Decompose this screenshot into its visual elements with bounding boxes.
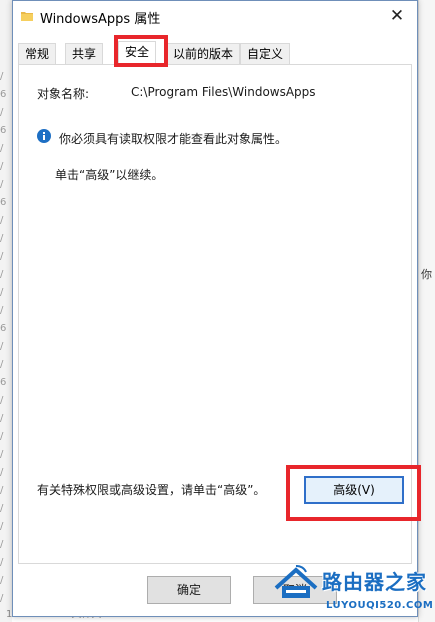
bg-glyph: /	[0, 431, 4, 442]
bg-glyph: /	[0, 539, 4, 550]
advanced-button[interactable]: 高级(V)	[304, 476, 404, 504]
close-button[interactable]: ✕	[377, 1, 417, 32]
bg-glyph: /	[0, 251, 4, 262]
bg-glyph: /	[0, 233, 4, 244]
tab-general[interactable]: 常规	[18, 43, 57, 65]
tab-security[interactable]: 安全	[118, 41, 157, 66]
tab-previous-versions[interactable]: 以前的版本	[166, 43, 241, 65]
bg-glyph: /	[0, 161, 4, 172]
bg-glyph: 6	[0, 323, 7, 334]
bg-glyph: /	[0, 395, 4, 406]
special-permissions-text: 有关特殊权限或高级设置，请单击“高级”。	[37, 483, 266, 497]
tab-sharing[interactable]: 共享	[65, 43, 104, 65]
background-right-pane: 你	[418, 0, 435, 622]
bg-glyph: /	[0, 305, 4, 316]
bg-glyph: /	[0, 341, 4, 352]
bg-glyph: /	[0, 485, 4, 496]
properties-dialog: WindowsApps 属性 ✕ 常规 共享 安全 以前的版本 自定义 对象名称…	[12, 0, 421, 617]
bg-glyph: /	[0, 107, 4, 118]
permission-info-message: 你必须具有读取权限才能查看此对象属性。	[59, 132, 288, 146]
cancel-button[interactable]: 取消	[253, 576, 337, 604]
window-title: WindowsApps 属性	[40, 12, 161, 27]
tab-strip: 常规 共享 安全 以前的版本 自定义	[18, 35, 410, 67]
bg-glyph: /	[0, 449, 4, 460]
background-file-list: / 6 / 6 / / / 6 / / / / / / 6 / / 6 / / …	[0, 0, 12, 622]
bg-glyph: /	[0, 71, 4, 82]
bg-glyph: /	[0, 215, 4, 226]
bg-glyph: 6	[0, 89, 7, 100]
bg-glyph: 6	[0, 125, 7, 136]
close-icon: ✕	[389, 6, 405, 26]
bg-glyph: /	[0, 359, 4, 370]
object-name-label: 对象名称:	[37, 87, 90, 101]
bg-glyph: 6	[0, 377, 7, 388]
continue-message: 单击“高级”以继续。	[55, 168, 164, 182]
security-panel: 对象名称: C:\Program Files\WindowsApps 你必须具有…	[18, 64, 421, 564]
info-icon	[37, 129, 51, 143]
object-name-value: C:\Program Files\WindowsApps	[131, 85, 316, 99]
bg-glyph: /	[0, 575, 4, 586]
bg-glyph: 6	[0, 197, 7, 208]
bg-glyph: /	[0, 413, 4, 424]
bg-glyph: /	[0, 269, 4, 280]
ok-button[interactable]: 确定	[147, 576, 231, 604]
bg-glyph: /	[0, 467, 4, 478]
bg-glyph: /	[0, 287, 4, 298]
folder-icon	[21, 12, 33, 21]
tab-customize[interactable]: 自定义	[240, 43, 291, 65]
title-bar[interactable]: WindowsApps 属性 ✕	[13, 1, 417, 32]
bg-glyph: /	[0, 143, 4, 154]
bg-glyph: /	[0, 521, 4, 532]
bg-glyph: /	[0, 179, 4, 190]
bg-glyph: /	[0, 557, 4, 568]
bg-right-glyph: 你	[421, 268, 432, 281]
bg-glyph: /	[0, 593, 4, 604]
bg-glyph: /	[0, 503, 4, 514]
